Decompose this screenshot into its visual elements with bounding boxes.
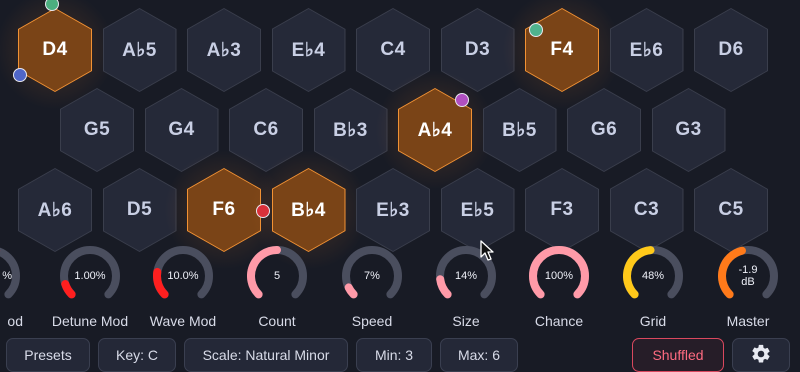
knob-size[interactable]: 14% Size [421, 246, 511, 336]
player-dot[interactable] [455, 93, 469, 107]
knob-value: 5 [273, 270, 281, 282]
hex-key-Ab3[interactable]: A♭3 [187, 8, 261, 92]
knob-label: Count [258, 313, 296, 329]
hex-key-label: E♭5 [460, 199, 495, 221]
hex-key-Eb6[interactable]: E♭6 [609, 8, 684, 92]
knob-speed[interactable]: 7% Speed [327, 246, 417, 336]
knob-value: 10.0% [167, 270, 199, 282]
hex-key-label: D5 [126, 199, 153, 220]
hex-key-label: D6 [718, 39, 744, 60]
key-select-button[interactable]: Key: C [98, 338, 176, 372]
knob-value: 7% [364, 270, 380, 282]
hex-key-label: F6 [212, 199, 236, 220]
hex-key-label: E♭3 [376, 199, 410, 221]
hex-key-label: E♭6 [629, 39, 664, 61]
max-select-button[interactable]: Max: 6 [440, 338, 518, 372]
hex-key-label: A♭6 [37, 199, 73, 221]
hex-key-label: G4 [168, 119, 195, 140]
hex-key-label: D4 [42, 39, 68, 60]
hex-key-G3[interactable]: G3 [651, 88, 726, 172]
knob-count[interactable]: 5 Count [232, 246, 322, 336]
hex-key-label: C6 [253, 119, 279, 140]
hex-key-label: B♭3 [333, 119, 368, 141]
knob-label: Wave Mod [149, 313, 217, 329]
knob-label: Detune Mod [51, 313, 129, 329]
hex-key-label: D3 [464, 39, 491, 60]
knob-value: 48% [641, 270, 665, 282]
presets-button[interactable]: Presets [6, 338, 90, 372]
knob-od[interactable]: % od [0, 246, 35, 336]
player-dot[interactable] [529, 23, 543, 37]
hex-key-D3[interactable]: D3 [440, 8, 515, 92]
knob-panel: % od 1.00% Detune Mod 10.0% Wave Mod 5 Count 7% S… [0, 240, 800, 335]
knob-label: Chance [534, 313, 584, 329]
knob-label: Grid [639, 313, 667, 329]
knob-chance[interactable]: 100% Chance [514, 246, 604, 336]
hex-key-label: C4 [380, 39, 406, 60]
hex-key-label: G3 [675, 119, 702, 140]
hex-key-G5[interactable]: G5 [60, 88, 134, 172]
knob-label: Speed [351, 313, 393, 329]
knob-label: Size [452, 313, 480, 329]
knob-label: od [7, 313, 23, 329]
player-dot[interactable] [256, 204, 270, 218]
scale-select-button[interactable]: Scale: Natural Minor [184, 338, 348, 372]
hex-key-label: F4 [550, 39, 574, 60]
gear-icon [750, 343, 772, 368]
hex-key-D4[interactable]: D4 [18, 8, 92, 92]
hex-key-label: A♭5 [122, 39, 157, 61]
hex-key-label: A♭3 [206, 39, 242, 61]
hex-key-G6[interactable]: G6 [567, 88, 641, 172]
hex-key-C6[interactable]: C6 [229, 88, 303, 172]
player-dot[interactable] [13, 68, 27, 82]
shuffled-toggle-button[interactable]: Shuffled [632, 338, 724, 372]
hex-key-label: C3 [633, 199, 660, 220]
min-select-button[interactable]: Min: 3 [356, 338, 432, 372]
hex-key-label: G5 [83, 119, 111, 140]
knob-value: -1.9 dB [738, 264, 758, 288]
knob-value: 100% [544, 270, 574, 282]
hex-key-label: B♭4 [291, 199, 326, 221]
hex-key-C4[interactable]: C4 [356, 8, 430, 92]
pointer-cursor-icon [480, 240, 496, 267]
hex-key-Ab5[interactable]: A♭5 [102, 8, 177, 92]
knob-wave-mod[interactable]: 10.0% Wave Mod [138, 246, 228, 336]
knob-detune-mod[interactable]: 1.00% Detune Mod [45, 246, 135, 336]
hex-key-Bb5[interactable]: B♭5 [482, 88, 557, 172]
hex-key-Eb4[interactable]: E♭4 [271, 8, 346, 92]
hex-key-F4[interactable]: F4 [525, 8, 599, 92]
knob-master[interactable]: -1.9 dB Master [703, 246, 793, 336]
hex-key-label: F3 [550, 199, 574, 220]
hex-key-label: A♭4 [417, 119, 453, 141]
knob-grid[interactable]: 48% Grid [608, 246, 698, 336]
hex-keyboard: D4 A♭5 A♭3 E♭4 C4 D3 F4 E♭6 D6 G5 G4 C6 B♭3 A♭4 B♭5 G6 G… [0, 0, 800, 270]
hex-key-G4[interactable]: G4 [144, 88, 219, 172]
knob-value: 1.00% [74, 270, 106, 282]
hex-key-D6[interactable]: D6 [694, 8, 768, 92]
hex-key-label: B♭5 [502, 119, 537, 141]
hex-key-label: C5 [718, 199, 744, 220]
knob-value: % [2, 270, 12, 282]
hex-key-label: E♭4 [291, 39, 326, 61]
hex-key-Bb3[interactable]: B♭3 [313, 88, 388, 172]
settings-button[interactable] [732, 338, 790, 372]
hex-key-label: G6 [590, 119, 618, 140]
knob-label: Master [726, 313, 770, 329]
